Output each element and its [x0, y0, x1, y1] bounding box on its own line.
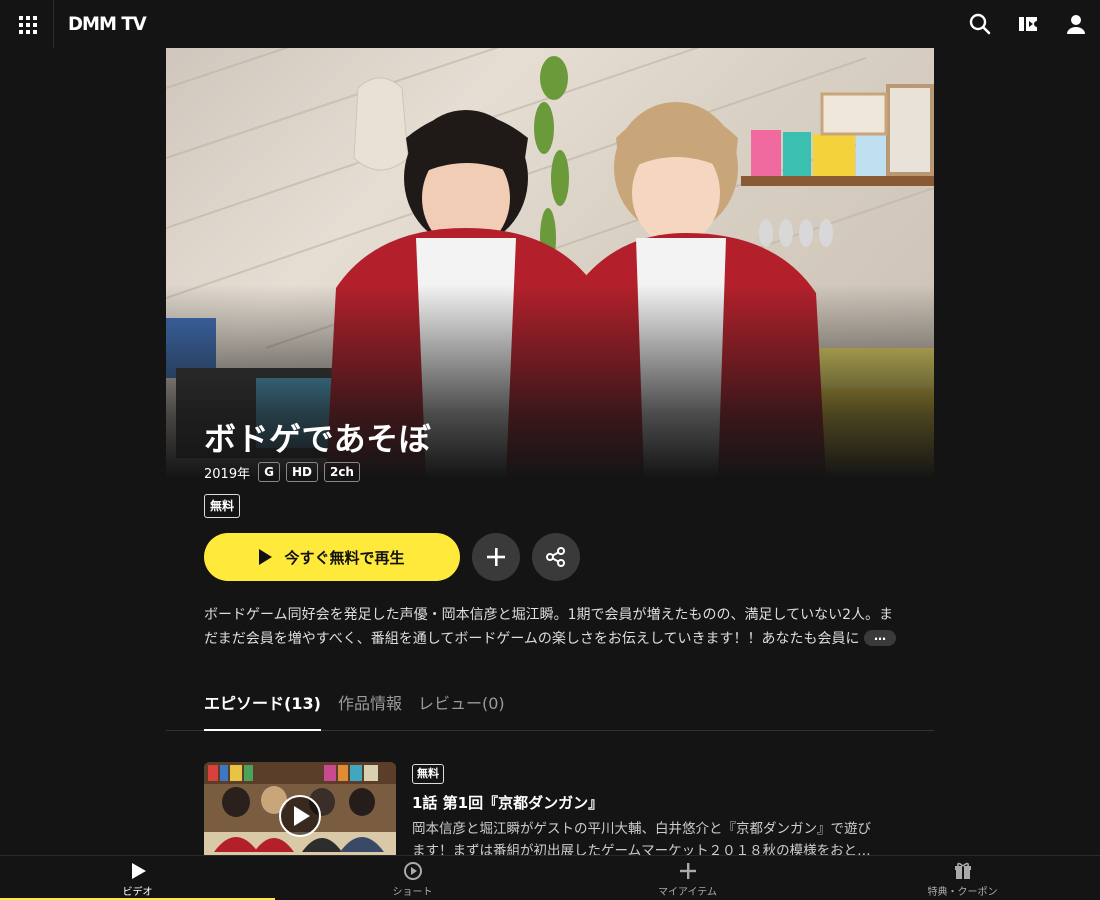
dmm-tv-logo[interactable]: DMM TV	[68, 12, 147, 36]
episode-thumbnail[interactable]	[204, 762, 396, 870]
quality-badge: HD	[285, 462, 318, 482]
plus-icon	[487, 548, 505, 566]
add-to-mylist-button[interactable]	[472, 533, 520, 581]
user-icon[interactable]	[1064, 12, 1088, 36]
gift-icon	[954, 862, 971, 879]
page-title: ボドゲであそぼ	[204, 420, 432, 458]
tab-episodes[interactable]: エピソード(13)	[204, 690, 321, 731]
ticket-icon[interactable]	[1016, 12, 1040, 36]
nav-benefits-label: 特典・クーポン	[927, 887, 998, 898]
nav-benefits-coupons[interactable]: 特典・クーポン	[825, 856, 1100, 900]
free-badge: 無料	[204, 494, 241, 518]
tab-work-info[interactable]: 作品情報	[338, 690, 402, 731]
title-meta: 2019年 G HD 2ch	[204, 461, 360, 483]
nav-short[interactable]: ショート	[275, 856, 550, 900]
synopsis-line-2: だまだ会員を増やすべく、番組を通してボードゲームの楽しさをお伝えしていきます！！…	[204, 631, 860, 647]
episode-free-badge: 無料	[412, 764, 444, 784]
episode-title[interactable]: 1話 第1回『京都ダンガン』	[412, 792, 603, 813]
tab-reviews[interactable]: レビュー(0)	[418, 690, 505, 731]
play-now-button[interactable]: 今すぐ無料で再生	[204, 533, 460, 581]
content-tabs: エピソード(13) 作品情報 レビュー(0)	[166, 690, 934, 731]
short-video-icon	[403, 862, 422, 880]
search-icon[interactable]	[968, 12, 992, 36]
nav-short-label: ショート	[392, 887, 433, 898]
bottom-navigation: ビデオ ショート マイアイテム 特典・クーポン	[0, 855, 1100, 900]
top-header: DMM TV	[0, 0, 1100, 48]
plus-icon	[679, 863, 696, 879]
play-button-label: 今すぐ無料で再生	[284, 548, 405, 567]
synopsis: ボードゲーム同好会を発足した声優・岡本信彦と堀江瞬。1期で会員が増えたものの、満…	[204, 603, 904, 651]
apps-grid-icon[interactable]	[17, 14, 39, 36]
header-divider	[53, 0, 54, 48]
share-button[interactable]	[532, 533, 580, 581]
play-icon	[131, 863, 146, 879]
audio-badge: 2ch	[323, 462, 360, 482]
nav-my-items[interactable]: マイアイテム	[550, 856, 825, 900]
synopsis-line-1: ボードゲーム同好会を発足した声優・岡本信彦と堀江瞬。1期で会員が増えたものの、満…	[204, 607, 893, 623]
release-year: 2019年	[204, 466, 251, 482]
nav-video[interactable]: ビデオ	[0, 856, 275, 900]
nav-video-label: ビデオ	[122, 887, 153, 898]
episode-item[interactable]: 無料 1話 第1回『京都ダンガン』 岡本信彦と堀江瞬がゲストの平川大輔、白井悠介…	[204, 762, 904, 870]
episode-description-line-1: 岡本信彦と堀江瞬がゲストの平川大輔、白井悠介と『京都ダンガン』で遊び	[412, 821, 871, 837]
rating-badge: G	[258, 462, 280, 482]
nav-my-items-label: マイアイテム	[658, 887, 717, 898]
share-icon	[546, 547, 565, 567]
play-icon	[259, 549, 273, 565]
expand-synopsis-button[interactable]: …	[864, 630, 896, 646]
